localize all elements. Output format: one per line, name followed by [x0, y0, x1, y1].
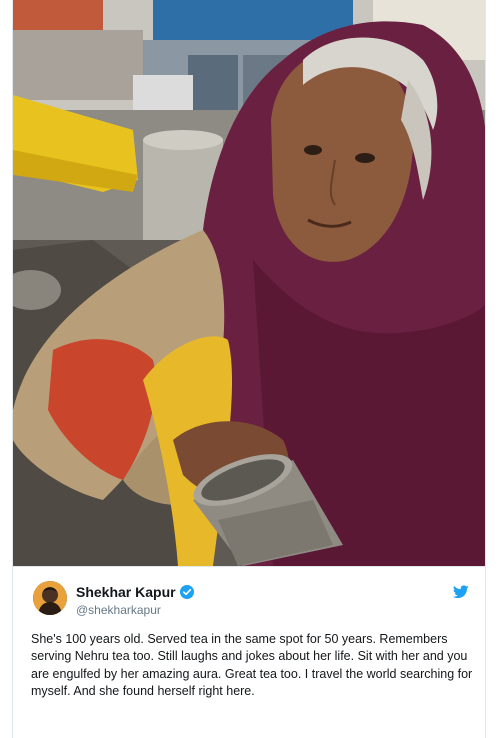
verified-badge-icon: [179, 585, 194, 602]
author-handle[interactable]: @shekharkapur: [76, 603, 161, 617]
photo-illustration: [13, 0, 485, 566]
tweet-card: Shekhar Kapur @shekharkapur She's 100 ye…: [12, 0, 486, 738]
avatar-image: [33, 581, 67, 615]
tweet-content: Shekhar Kapur @shekharkapur She's 100 ye…: [13, 566, 485, 738]
twitter-bird-icon[interactable]: [452, 585, 469, 604]
author-name-row[interactable]: Shekhar Kapur: [76, 584, 194, 602]
tweet-text: She's 100 years old. Served tea in the s…: [31, 632, 473, 699]
tweet-photo[interactable]: [13, 0, 485, 566]
author-name[interactable]: Shekhar Kapur: [76, 584, 176, 600]
author-avatar[interactable]: [33, 581, 67, 615]
